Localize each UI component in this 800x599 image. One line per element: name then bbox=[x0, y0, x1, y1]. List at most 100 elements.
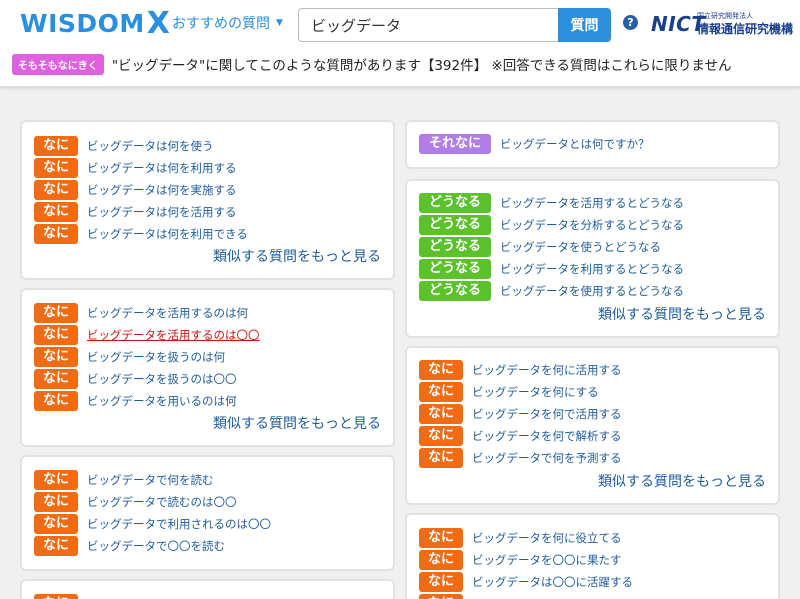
tag-nani: なに bbox=[419, 594, 463, 599]
search-input[interactable] bbox=[298, 8, 558, 42]
question-row: なに ビッグデータは何を利用する bbox=[34, 158, 237, 178]
tag-nani: なに bbox=[34, 303, 78, 323]
question-row: なに ビッグデータで利用されるのは〇〇 bbox=[34, 514, 271, 534]
question-row: なに ビッグデータを何に活用する bbox=[419, 360, 622, 380]
question-link[interactable]: ビッグデータを分析するとどうなる bbox=[500, 217, 684, 233]
question-link[interactable]: ビッグデータを利用するとどうなる bbox=[500, 261, 684, 277]
tag-nani: なに bbox=[34, 180, 78, 200]
question-row: どうなる ビッグデータを活用するとどうなる bbox=[419, 193, 684, 213]
question-row: なに ビッグデータを活用するのは〇〇 bbox=[34, 325, 260, 345]
question-link[interactable]: ビッグデータを扱うのは何 bbox=[87, 349, 225, 365]
question-link[interactable]: ビッグデータを活用するとどうなる bbox=[500, 195, 684, 211]
more-similar-link[interactable]: 類似する質問をもっと見る bbox=[598, 304, 766, 324]
question-row: なに ビッグデータを何で活用する bbox=[419, 404, 622, 424]
question-link[interactable]: ビッグデータで何を予測する bbox=[472, 450, 622, 466]
question-row: なに ビッグデータは何を活用する bbox=[34, 202, 237, 222]
tag-nani: なに bbox=[419, 528, 463, 548]
question-link[interactable]: ビッグデータを使うとどうなる bbox=[500, 239, 661, 255]
info-bar: そもそもなにきく "ビッグデータ"に関してこのような質問があります【392件】 … bbox=[10, 52, 788, 76]
question-link[interactable]: ビッグデータで何を読む bbox=[87, 472, 214, 488]
question-row: なに ビッグデータは何を使う bbox=[34, 136, 214, 156]
tag-nani: なに bbox=[34, 391, 78, 411]
question-link[interactable]: ビッグデータを扱うのは〇〇 bbox=[87, 371, 237, 387]
tag-nani: なに bbox=[34, 492, 78, 512]
help-icon[interactable]: ? bbox=[623, 15, 638, 30]
dropdown-label: おすすめの質問 bbox=[172, 16, 270, 32]
question-row: なに bbox=[34, 594, 78, 599]
question-card: それなに ビッグデータとは何ですか？ bbox=[405, 120, 780, 169]
question-link[interactable]: ビッグデータを何にする bbox=[472, 384, 599, 400]
question-link[interactable]: ビッグデータで読むのは〇〇 bbox=[87, 494, 237, 510]
question-row: なに ビッグデータを何にする bbox=[419, 382, 599, 402]
question-row: どうなる ビッグデータを利用するとどうなる bbox=[419, 259, 684, 279]
question-row: なに ビッグデータを用いるのは何 bbox=[34, 391, 237, 411]
tag-nani: なに bbox=[34, 369, 78, 389]
question-row: どうなる ビッグデータを使用するとどうなる bbox=[419, 281, 684, 301]
question-link[interactable]: ビッグデータを何に活用する bbox=[472, 362, 622, 378]
question-link[interactable]: ビッグデータを用いるのは何 bbox=[87, 393, 237, 409]
tag-dounaru: どうなる bbox=[419, 237, 491, 257]
question-link[interactable]: ビッグデータとは何ですか？ bbox=[500, 136, 650, 152]
question-link[interactable]: ビッグデータは〇〇に活躍する bbox=[472, 574, 633, 590]
question-row: それなに ビッグデータとは何ですか？ bbox=[419, 134, 650, 154]
ask-button[interactable]: 質問 bbox=[558, 8, 611, 42]
question-card: なに ビッグデータを活用するのは何 なに ビッグデータを活用するのは〇〇 なに ビッグ… bbox=[20, 288, 395, 447]
question-link[interactable]: ビッグデータは何を利用する bbox=[87, 160, 237, 176]
tag-nani: なに bbox=[419, 448, 463, 468]
tag-nani: なに bbox=[419, 404, 463, 424]
wisdom-x-logo[interactable]: WISDOM X bbox=[20, 5, 171, 41]
tag-nani: なに bbox=[34, 202, 78, 222]
tag-dounaru: どうなる bbox=[419, 259, 491, 279]
tag-nani: なに bbox=[419, 572, 463, 592]
question-link[interactable]: ビッグデータで〇〇を読む bbox=[87, 538, 225, 554]
question-row: なに ビッグデータは何を実施する bbox=[34, 180, 237, 200]
tag-nani: なに bbox=[34, 514, 78, 534]
question-link[interactable]: ビッグデータを何に役立てる bbox=[472, 530, 622, 546]
question-card: なに ビッグデータは何を使う なに ビッグデータは何を利用する なに ビッグデータは何… bbox=[20, 120, 395, 280]
tag-nani: なに bbox=[34, 347, 78, 367]
question-link[interactable]: ビッグデータを活用するのは〇〇 bbox=[87, 327, 260, 343]
question-row: なに ビッグデータで何を読む bbox=[34, 470, 214, 490]
question-link[interactable]: ビッグデータを〇〇に果たす bbox=[472, 552, 622, 568]
question-row: なに ビッグデータを扱うのは何 bbox=[34, 347, 225, 367]
question-row: なに ビッグデータを何に役立てる bbox=[419, 528, 622, 548]
tag-nani: なに bbox=[34, 470, 78, 490]
question-row: なに ビッグデータは何を利用できる bbox=[34, 224, 248, 244]
nict-org-name: 情報通信研究機構 bbox=[697, 22, 794, 36]
question-link[interactable]: ビッグデータで利用されるのは〇〇 bbox=[87, 516, 271, 532]
question-card: どうなる ビッグデータを活用するとどうなる どうなる ビッグデータを分析するとどうな… bbox=[405, 179, 780, 338]
question-link[interactable]: ビッグデータは何を使う bbox=[87, 138, 214, 154]
more-similar-link[interactable]: 類似する質問をもっと見る bbox=[213, 246, 381, 266]
question-row: なに ビッグデータで何を予測する bbox=[419, 448, 622, 468]
tag-nani: なに bbox=[34, 536, 78, 556]
more-similar-link[interactable]: 類似する質問をもっと見る bbox=[213, 413, 381, 433]
question-row: なに ビッグデータは〇〇に活躍する bbox=[419, 572, 633, 592]
tag-nani: なに bbox=[34, 136, 78, 156]
more-similar-link[interactable]: 類似する質問をもっと見る bbox=[598, 471, 766, 491]
question-link[interactable]: ビッグデータを何で活用する bbox=[472, 406, 622, 422]
question-link[interactable]: ビッグデータを何で解析する bbox=[472, 428, 622, 444]
question-link[interactable]: ビッグデータは何を活用する bbox=[87, 204, 237, 220]
question-link[interactable]: ビッグデータは何を利用できる bbox=[87, 226, 248, 242]
tag-nani: なに bbox=[419, 426, 463, 446]
question-link[interactable]: ビッグデータは何を実施する bbox=[87, 182, 237, 198]
recommended-questions-dropdown[interactable]: おすすめの質問 ▼ bbox=[172, 12, 283, 34]
logo-x: X bbox=[146, 5, 171, 41]
question-card: なに bbox=[20, 579, 395, 599]
info-badge[interactable]: そもそもなにきく bbox=[12, 53, 104, 75]
tag-dounaru: どうなる bbox=[419, 215, 491, 235]
caret-down-icon: ▼ bbox=[276, 18, 283, 28]
logo-text: WISDOM bbox=[20, 8, 145, 38]
question-link[interactable]: ビッグデータを使用するとどうなる bbox=[500, 283, 684, 299]
tag-nani: なに bbox=[34, 594, 78, 599]
nict-logo[interactable]: NICT 国立研究開発法人 情報通信研究機構 bbox=[651, 10, 794, 38]
question-link[interactable]: ビッグデータを活用するのは何 bbox=[87, 305, 248, 321]
result-summary: "ビッグデータ"に関してこのような質問があります【392件】 ※回答できる質問は… bbox=[111, 58, 732, 74]
tag-dounaru: どうなる bbox=[419, 193, 491, 213]
question-row: なに ビッグデータを活用するのは何 bbox=[34, 303, 248, 323]
question-card: なに ビッグデータを何に役立てる なに ビッグデータを〇〇に果たす なに ビッグデータ… bbox=[405, 513, 780, 599]
tag-nani: なに bbox=[419, 550, 463, 570]
tag-sorenani: それなに bbox=[419, 134, 491, 154]
question-row: なに bbox=[419, 594, 463, 599]
question-row: どうなる ビッグデータを分析するとどうなる bbox=[419, 215, 684, 235]
